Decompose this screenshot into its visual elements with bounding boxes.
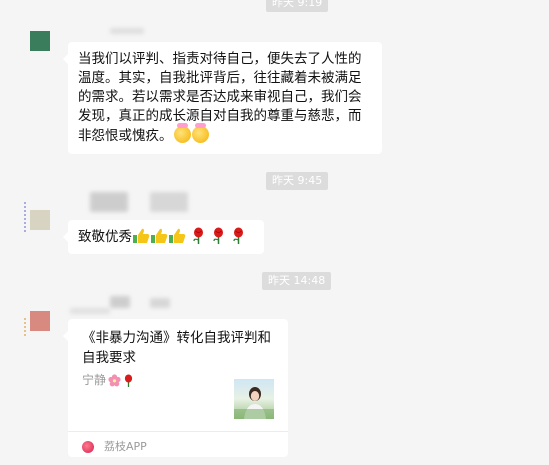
card-author-row: 宁静 — [82, 371, 134, 390]
rose-icon — [124, 374, 133, 387]
thumbs-up-icon — [169, 228, 186, 243]
card-title-block: 《非暴力沟通》转化自我评判和 自我要求 — [82, 328, 282, 368]
message-text-line-4: 发现，真正的成长源自对自我的尊重与慈悲，而 — [78, 108, 362, 124]
timestamp-middle: 昨天 9:45 — [266, 172, 329, 190]
thumbs-up-icon — [133, 228, 150, 243]
smiling-face-with-hearts-icon — [173, 123, 191, 143]
lychee-app-icon — [82, 440, 94, 453]
avatar-sender-2[interactable] — [30, 210, 50, 230]
sender-name-2b — [150, 192, 188, 212]
cherry-blossom-icon — [108, 374, 121, 387]
message-text-2: 致敬优秀 — [78, 229, 132, 245]
smiling-face-with-hearts-icon — [191, 123, 209, 143]
rose-icon — [193, 227, 203, 244]
message-text-line-1: 当我们以评判、指责对待自己，便失去了人性的 — [78, 51, 362, 67]
shared-card[interactable]: 《非暴力沟通》转化自我评判和 自我要求 宁静 荔枝APP — [63, 319, 288, 457]
card-divider — [68, 431, 288, 432]
person-photo-icon — [234, 387, 274, 419]
card-title-line-2: 自我要求 — [82, 350, 136, 366]
card-title-line-1: 《非暴力沟通》转化自我评判和 — [82, 330, 271, 346]
avatar-edge-mark — [24, 318, 28, 336]
card-footer: 荔枝APP — [82, 437, 147, 456]
sender-name-1 — [110, 28, 144, 34]
rose-icon — [213, 227, 223, 244]
avatar-edge-mark — [24, 202, 28, 232]
message-text-last-line: 非怨恨或愧疚。 — [78, 123, 372, 146]
message-text-line-3: 的需求。若以需求是否达成来审视自己，我们会 — [78, 89, 362, 105]
sender-name-3b — [150, 298, 170, 308]
card-thumbnail — [234, 379, 274, 419]
timestamp-top: 昨天 9:19 — [266, 0, 329, 12]
card-app-name: 荔枝APP — [104, 440, 147, 453]
timestamp-bottom: 昨天 14:48 — [262, 272, 332, 290]
avatar-sender-3[interactable] — [30, 311, 50, 331]
message-bubble-2[interactable]: 致敬优秀 — [63, 220, 264, 254]
message-text-line-5: 非怨恨或愧疚。 — [78, 128, 173, 144]
rose-icon — [233, 227, 243, 244]
sender-name-3a — [110, 296, 130, 308]
message-text-line-2: 温度。其实，自我批评背后，往往藏着未被满足 — [78, 70, 362, 86]
sender-name-3c — [70, 308, 110, 314]
thumbs-up-icon — [151, 228, 168, 243]
sender-name-2a — [90, 192, 128, 212]
message-bubble-1[interactable]: 当我们以评判、指责对待自己，便失去了人性的 温度。其实，自我批评背后，往往藏着未… — [63, 42, 382, 154]
card-author: 宁静 — [82, 373, 107, 387]
avatar-sender-1[interactable] — [30, 31, 50, 51]
